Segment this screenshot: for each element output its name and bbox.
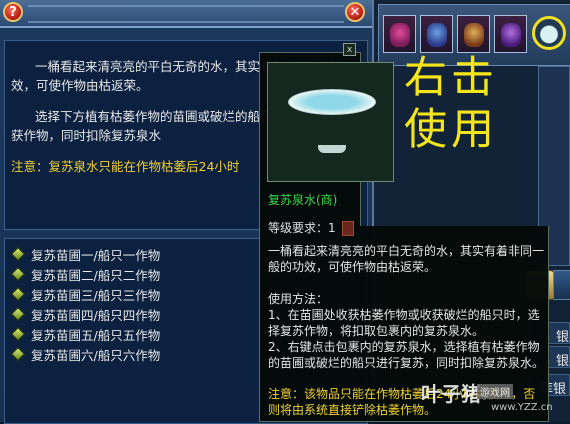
annotation-line-2: 使用 (404, 105, 498, 155)
list-item-label: 复苏苗圃二/船只二作物 (31, 267, 161, 283)
annotation-line-1: 右击 (404, 53, 498, 103)
inventory-slot[interactable] (494, 15, 527, 53)
usage-title: 使用方法： (268, 292, 329, 306)
inventory-slot[interactable] (457, 15, 490, 53)
bullet-icon (10, 286, 26, 302)
right-click-annotation: 右击 使用 (404, 52, 514, 156)
help-button[interactable]: ? (3, 2, 23, 22)
silver-label: 银 (556, 330, 570, 345)
watermark-brand: 叶子猪 (421, 382, 481, 406)
robe-icon (501, 23, 521, 47)
inventory-slot[interactable] (420, 15, 453, 53)
list-item-label: 复苏苗圃三/船只三作物 (31, 287, 161, 303)
water-bowl-icon (288, 89, 376, 153)
watermark-url: www.YZZ.cn (491, 402, 553, 413)
pouch-icon (390, 23, 410, 47)
list-item[interactable]: 复苏苗圃五/船只五作物 (10, 325, 161, 343)
side-toggle-button[interactable] (553, 270, 570, 300)
watermark-tag: 游戏网 (477, 384, 513, 399)
level-badge-icon (341, 221, 354, 236)
list-item-label: 复苏苗圃一/船只一作物 (31, 247, 161, 263)
bullet-icon (10, 246, 26, 262)
list-item[interactable]: 复苏苗圃四/船只四作物 (10, 305, 161, 323)
silver-label: 银 (556, 354, 570, 369)
usage-step-1: 1、在苗圃处收获枯萎作物或收获破烂的船只时，选择复苏作物，将扣取包裹内的复苏泉水… (268, 308, 540, 338)
list-item[interactable]: 复苏苗圃六/船只六作物 (10, 345, 161, 363)
site-watermark: 叶子猪 游戏网 www.YZZ.cn (421, 378, 570, 422)
title-ornament (28, 5, 344, 23)
item-image (267, 62, 394, 182)
bullet-icon (10, 306, 26, 322)
close-button[interactable]: ✕ (345, 2, 365, 22)
bullet-icon (10, 266, 26, 282)
list-item-label: 复苏苗圃五/船只五作物 (31, 327, 161, 343)
bullet-icon (10, 326, 26, 342)
figure-icon (464, 23, 484, 47)
usage-step-2: 2、右键点击包裹内的复苏泉水，选择植有枯萎作物的苗圃或破烂的船只进行复苏，同时扣… (268, 340, 545, 370)
item-level-requirement: 等级要求：1 (268, 219, 354, 236)
bowl-rim (288, 89, 376, 115)
level-label: 等级要求：1 (268, 221, 336, 235)
item-description: 一桶看起来清亮亮的平白无奇的水，其实有着非同一般的功效，可使作物由枯返荣。 (268, 244, 545, 274)
list-item-label: 复苏苗圃四/船只四作物 (31, 307, 161, 323)
list-item[interactable]: 复苏苗圃三/船只三作物 (10, 285, 161, 303)
bowl-foot (318, 145, 346, 153)
tooltip-close-button[interactable]: x (343, 43, 356, 56)
armor-icon (427, 23, 447, 47)
list-item-label: 复苏苗圃六/船只六作物 (31, 347, 161, 363)
water-bowl-slot-icon[interactable] (532, 16, 566, 50)
bullet-icon (10, 346, 26, 362)
list-item[interactable]: 复苏苗圃二/船只二作物 (10, 265, 161, 283)
item-name: 复苏泉水(商) (268, 193, 338, 207)
inventory-slot[interactable] (383, 15, 416, 53)
window-titlebar[interactable]: ? ✕ (0, 0, 372, 28)
list-item[interactable]: 复苏苗圃一/船只一作物 (10, 245, 161, 263)
